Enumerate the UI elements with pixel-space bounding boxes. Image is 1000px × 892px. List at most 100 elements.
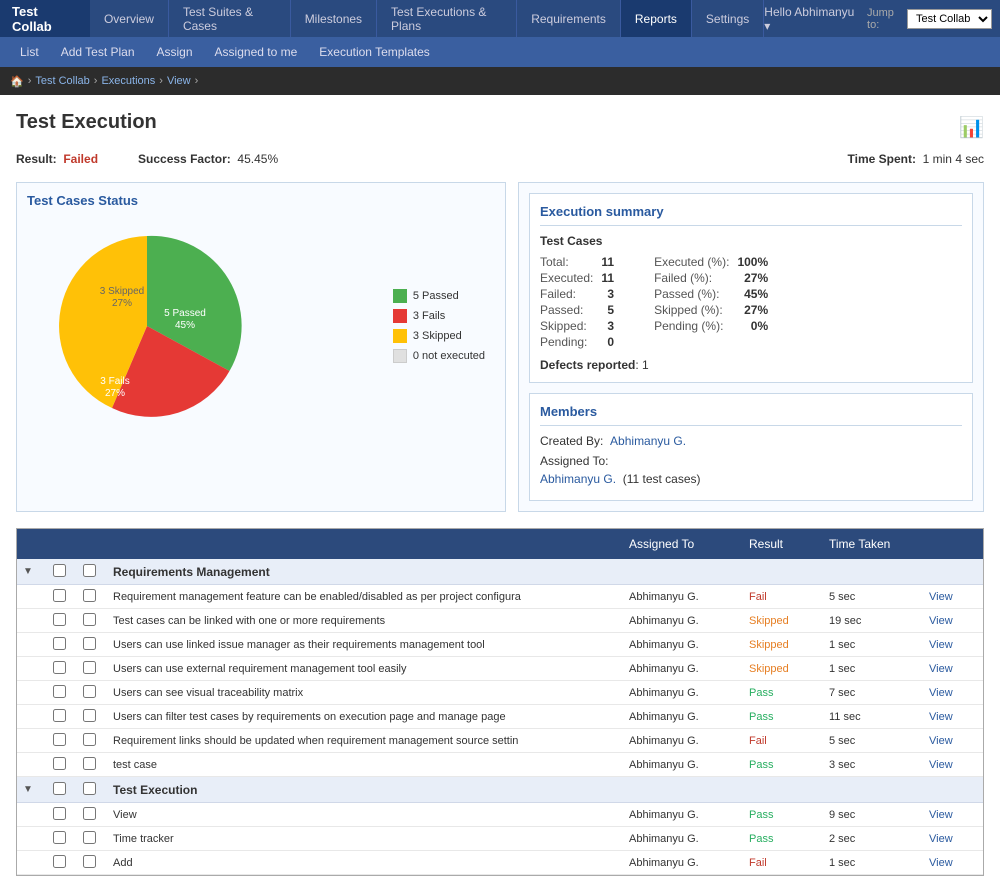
sub-nav-add-test-plan[interactable]: Add Test Plan [51, 37, 145, 67]
time-value: 1 min 4 sec [923, 152, 984, 166]
row-checkbox-1[interactable] [47, 757, 77, 773]
assigned-to-link[interactable]: Abhimanyu G. [540, 472, 616, 486]
sub-nav-execution-templates[interactable]: Execution Templates [309, 37, 440, 67]
breadcrumb-view[interactable]: View [167, 75, 191, 87]
nav-overview[interactable]: Overview [90, 0, 169, 37]
table-row: Add Abhimanyu G. Fail 1 sec View [17, 851, 983, 875]
legend-label-fails: 3 Fails [413, 310, 445, 322]
row-name: Users can filter test cases by requireme… [107, 711, 623, 723]
breadcrumb-executions[interactable]: Executions [101, 75, 155, 87]
summary-skipped: Skipped: 3 [540, 318, 614, 334]
row-checkbox-1[interactable] [47, 685, 77, 701]
legend-label-skipped: 3 Skipped [413, 330, 462, 342]
created-by-row: Created By: Abhimanyu G. [540, 434, 962, 448]
summary-failed-pct: Failed (%): 27% [654, 270, 768, 286]
group-checkbox-1[interactable] [47, 564, 77, 580]
created-by-link[interactable]: Abhimanyu G. [610, 434, 686, 448]
summary-skipped-pct: Skipped (%): 27% [654, 302, 768, 318]
row-result: Fail [743, 735, 823, 747]
breadcrumb-test-collab[interactable]: Test Collab [35, 75, 89, 87]
row-view-link[interactable]: View [923, 639, 983, 651]
row-checkbox-1[interactable] [47, 637, 77, 653]
row-checkbox-2[interactable] [77, 613, 107, 629]
row-view-link[interactable]: View [923, 809, 983, 821]
row-assigned: Abhimanyu G. [623, 833, 743, 845]
row-checkbox-1[interactable] [47, 855, 77, 871]
row-name: Add [107, 857, 623, 869]
row-view-link[interactable]: View [923, 711, 983, 723]
row-checkbox-2[interactable] [77, 637, 107, 653]
home-icon[interactable]: 🏠 [10, 75, 24, 88]
pie-label-skipped-pct: 27% [112, 298, 132, 309]
row-checkbox-2[interactable] [77, 807, 107, 823]
row-view-link[interactable]: View [923, 591, 983, 603]
expand-icon[interactable]: ▼ [17, 784, 47, 795]
group-checkbox-1[interactable] [47, 782, 77, 798]
row-assigned: Abhimanyu G. [623, 663, 743, 675]
sub-nav-assign[interactable]: Assign [147, 37, 203, 67]
row-view-link[interactable]: View [923, 735, 983, 747]
legend-fails: 3 Fails [393, 309, 485, 323]
breadcrumb: 🏠 › Test Collab › Executions › View › [0, 67, 1000, 95]
nav-requirements[interactable]: Requirements [517, 0, 621, 37]
row-name: Time tracker [107, 833, 623, 845]
pie-label-passed: 5 Passed [164, 308, 206, 319]
row-time: 9 sec [823, 809, 923, 821]
result-value: Failed [63, 152, 98, 166]
user-greeting[interactable]: Hello Abhimanyu ▾ [764, 5, 859, 33]
export-icon[interactable]: 📊 [959, 115, 984, 140]
page-content: Test Execution 📊 Result: Failed Success … [0, 95, 1000, 892]
row-checkbox-2[interactable] [77, 757, 107, 773]
expand-icon[interactable]: ▼ [17, 566, 47, 577]
row-checkbox-1[interactable] [47, 709, 77, 725]
row-result: Skipped [743, 639, 823, 651]
row-checkbox-2[interactable] [77, 685, 107, 701]
nav-reports[interactable]: Reports [621, 0, 692, 37]
row-checkbox-2[interactable] [77, 661, 107, 677]
row-view-link[interactable]: View [923, 759, 983, 771]
row-view-link[interactable]: View [923, 663, 983, 675]
summary-executed-pct: Executed (%): 100% [654, 254, 768, 270]
jump-to-select[interactable]: Test Collab [907, 9, 992, 29]
row-view-link[interactable]: View [923, 687, 983, 699]
row-checkbox-2[interactable] [77, 733, 107, 749]
page-title: Test Execution [16, 111, 157, 134]
row-name: Users can see visual traceability matrix [107, 687, 623, 699]
nav-milestones[interactable]: Milestones [291, 0, 377, 37]
row-checkbox-2[interactable] [77, 709, 107, 725]
row-checkbox-1[interactable] [47, 661, 77, 677]
row-checkbox-2[interactable] [77, 589, 107, 605]
row-checkbox-1[interactable] [47, 589, 77, 605]
nav-test-executions[interactable]: Test Executions & Plans [377, 0, 517, 37]
th-result: Result [743, 537, 823, 551]
row-checkbox-1[interactable] [47, 613, 77, 629]
row-name: View [107, 809, 623, 821]
row-view-link[interactable]: View [923, 833, 983, 845]
sub-nav-assigned-to-me[interactable]: Assigned to me [205, 37, 308, 67]
row-view-link[interactable]: View [923, 857, 983, 869]
table-row: Test cases can be linked with one or mor… [17, 609, 983, 633]
pie-chart-svg: 5 Passed 45% 3 Fails 27% 3 Skipped 27% [37, 216, 257, 436]
row-assigned: Abhimanyu G. [623, 639, 743, 651]
members-section: Members Created By: Abhimanyu G. Assigne… [529, 393, 973, 501]
row-name: Test cases can be linked with one or mor… [107, 615, 623, 627]
row-checkbox-2[interactable] [77, 855, 107, 871]
row-view-link[interactable]: View [923, 615, 983, 627]
row-checkbox-2[interactable] [77, 831, 107, 847]
group-checkbox-2[interactable] [77, 782, 107, 798]
assigned-to-row: Assigned To: [540, 454, 962, 468]
row-checkbox-1[interactable] [47, 733, 77, 749]
group-checkbox-2[interactable] [77, 564, 107, 580]
nav-settings[interactable]: Settings [692, 0, 764, 37]
sub-nav-list[interactable]: List [10, 37, 49, 67]
row-checkbox-1[interactable] [47, 831, 77, 847]
row-assigned: Abhimanyu G. [623, 809, 743, 821]
row-checkbox-1[interactable] [47, 807, 77, 823]
row-assigned: Abhimanyu G. [623, 857, 743, 869]
pie-label-fails: 3 Fails [100, 376, 129, 387]
nav-test-suites[interactable]: Test Suites & Cases [169, 0, 291, 37]
row-assigned: Abhimanyu G. [623, 759, 743, 771]
th-assigned-to: Assigned To [623, 537, 743, 551]
test-cases-count: (11 test cases) [623, 472, 701, 486]
pie-label-skipped: 3 Skipped [100, 286, 144, 297]
